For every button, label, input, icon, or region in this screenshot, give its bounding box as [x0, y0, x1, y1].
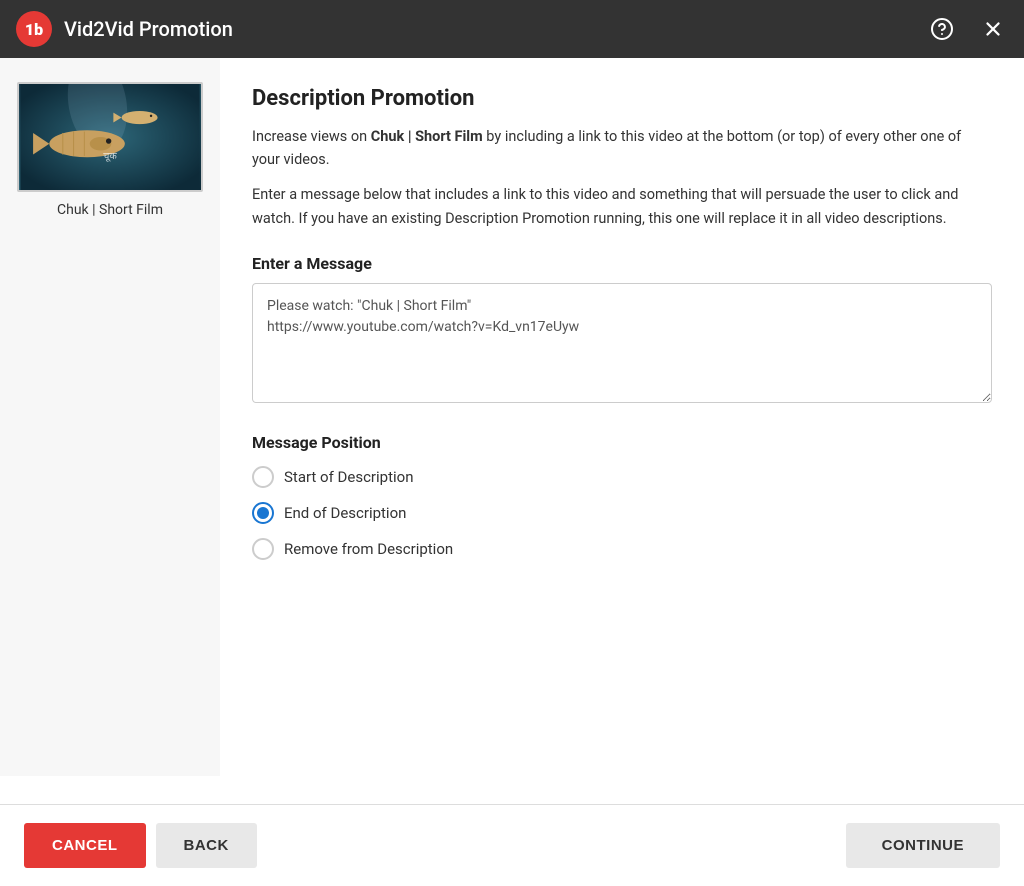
content-area: चूक Chuk | Short Film Description Promot… — [0, 58, 1024, 776]
help-icon — [930, 17, 954, 41]
close-button[interactable] — [978, 14, 1008, 44]
radio-item[interactable]: Start of Description — [252, 466, 992, 488]
message-label: Enter a Message — [252, 254, 992, 273]
radio-label: Start of Description — [284, 468, 413, 486]
radio-label: End of Description — [284, 504, 406, 522]
video-name-bold: Chuk | Short Film — [371, 128, 483, 145]
description-paragraph-1: Increase views on Chuk | Short Film by i… — [252, 125, 992, 171]
titlebar: 1b Vid2Vid Promotion — [0, 0, 1024, 58]
radio-circle — [252, 538, 274, 560]
back-button[interactable]: BACK — [156, 823, 257, 868]
footer: CANCEL BACK CONTINUE — [0, 805, 1024, 886]
message-section: Enter a Message — [252, 254, 992, 407]
app-logo: 1b — [16, 11, 52, 47]
sidebar: चूक Chuk | Short Film — [0, 58, 220, 776]
radio-circle — [252, 502, 274, 524]
footer-left-buttons: CANCEL BACK — [24, 823, 257, 868]
titlebar-actions — [926, 13, 1008, 45]
main-content: Description Promotion Increase views on … — [220, 58, 1024, 776]
video-thumbnail: चूक — [17, 82, 203, 192]
help-button[interactable] — [926, 13, 958, 45]
thumbnail-image: चूक — [19, 84, 201, 190]
description-paragraph-2: Enter a message below that includes a li… — [252, 183, 992, 229]
continue-button[interactable]: CONTINUE — [846, 823, 1000, 868]
close-icon — [982, 18, 1004, 40]
svg-text:चूक: चूक — [103, 151, 117, 162]
radio-item[interactable]: End of Description — [252, 502, 992, 524]
position-section: Message Position Start of Description End… — [252, 433, 992, 560]
cancel-button[interactable]: CANCEL — [24, 823, 146, 868]
section-title: Description Promotion — [252, 86, 992, 111]
radio-circle — [252, 466, 274, 488]
video-title: Chuk | Short Film — [57, 202, 163, 218]
radio-item[interactable]: Remove from Description — [252, 538, 992, 560]
radio-label: Remove from Description — [284, 540, 453, 558]
radio-inner-dot — [257, 507, 269, 519]
footer-right-buttons: CONTINUE — [846, 823, 1000, 868]
dialog: 1b Vid2Vid Promotion — [0, 0, 1024, 886]
position-label: Message Position — [252, 433, 992, 452]
radio-group: Start of Description End of Description Re… — [252, 466, 992, 560]
dialog-title: Vid2Vid Promotion — [64, 17, 926, 41]
message-textarea[interactable] — [252, 283, 992, 403]
